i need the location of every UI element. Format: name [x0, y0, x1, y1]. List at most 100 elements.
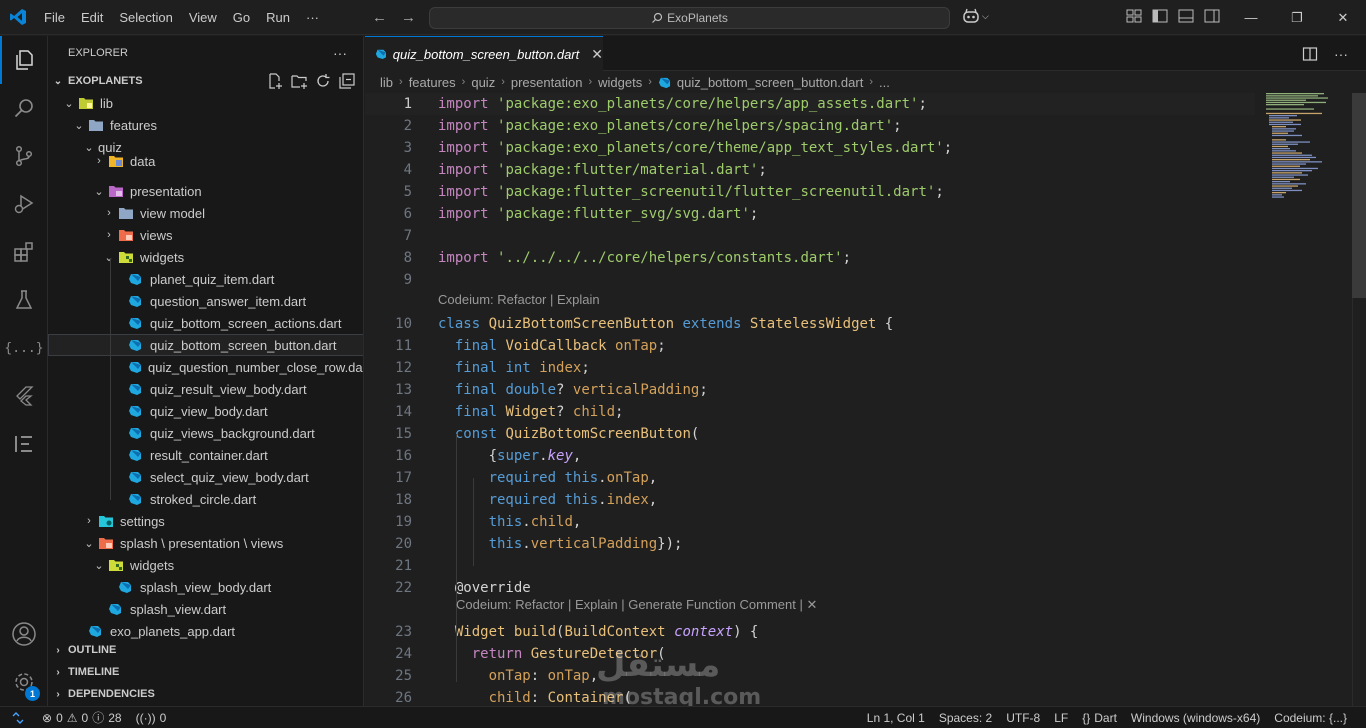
- menu-selection[interactable]: Selection: [111, 0, 180, 35]
- folder-item[interactable]: ⌄ widgets: [48, 554, 363, 576]
- dependencies-section[interactable]: › DEPENDENCIES: [48, 683, 363, 705]
- encoding[interactable]: UTF-8: [999, 711, 1047, 725]
- file-item[interactable]: quiz_question_number_close_row.dart: [48, 356, 363, 378]
- file-item[interactable]: question_answer_item.dart: [48, 290, 363, 312]
- folder-item[interactable]: › view model: [48, 202, 363, 224]
- breadcrumb-item[interactable]: quiz: [471, 75, 495, 90]
- breadcrumb-item[interactable]: ...: [879, 75, 890, 90]
- code-editor[interactable]: 1 import 'package:exo_planets/core/helper…: [365, 93, 1366, 706]
- minimize-icon[interactable]: —: [1228, 0, 1274, 35]
- folder-item[interactable]: ⌄ features: [48, 114, 363, 136]
- file-item[interactable]: stroked_circle.dart: [48, 488, 363, 510]
- menu-view[interactable]: View: [181, 0, 225, 35]
- code-line[interactable]: 16 {super.key,: [365, 445, 1255, 467]
- explorer-icon[interactable]: [0, 36, 48, 84]
- code-line[interactable]: 3 import 'package:exo_planets/core/theme/…: [365, 137, 1255, 159]
- code-line[interactable]: 14 final Widget? child;: [365, 401, 1255, 423]
- search-icon[interactable]: [0, 84, 48, 132]
- code-line[interactable]: 18 required this.index,: [365, 489, 1255, 511]
- tab-quiz-bottom-screen-button[interactable]: quiz_bottom_screen_button.dart ✕: [365, 36, 603, 71]
- code-line[interactable]: 17 required this.onTap,: [365, 467, 1255, 489]
- code-line[interactable]: 9: [365, 269, 1255, 291]
- menu-file[interactable]: File: [36, 0, 73, 35]
- code-line[interactable]: 2 import 'package:exo_planets/core/helper…: [365, 115, 1255, 137]
- codeium-status[interactable]: Codeium: {...}: [1267, 711, 1354, 725]
- folder-item[interactable]: ⌄ splash \ presentation \ views: [48, 532, 363, 554]
- folder-item[interactable]: › data: [48, 150, 363, 172]
- minimap[interactable]: [1262, 93, 1352, 213]
- code-line[interactable]: 4 import 'package:flutter/material.dart';: [365, 159, 1255, 181]
- file-item[interactable]: result_container.dart: [48, 444, 363, 466]
- customize-layout-icon[interactable]: [1126, 8, 1142, 24]
- explorer-more-button[interactable]: ···: [333, 45, 347, 61]
- close-tab-icon[interactable]: ✕: [591, 46, 603, 63]
- toggle-primary-sidebar-icon[interactable]: [1152, 8, 1168, 24]
- scrollbar-thumb[interactable]: [1352, 93, 1366, 298]
- folder-item[interactable]: ⌄ widgets: [48, 246, 363, 268]
- code-line[interactable]: 6 import 'package:flutter_svg/svg.dart';: [365, 203, 1255, 225]
- collapse-all-icon[interactable]: [338, 72, 356, 90]
- project-header[interactable]: ⌄ EXOPLANETS: [48, 70, 363, 92]
- toggle-secondary-sidebar-icon[interactable]: [1204, 8, 1220, 24]
- chevron-down-icon[interactable]: ⌵: [982, 11, 989, 22]
- file-item[interactable]: quiz_bottom_screen_button.dart: [48, 334, 363, 356]
- code-line[interactable]: 20 this.verticalPadding});: [365, 533, 1255, 555]
- folder-item[interactable]: ⌄ presentation: [48, 180, 363, 202]
- indentation[interactable]: Spaces: 2: [932, 711, 999, 725]
- folder-item[interactable]: › settings: [48, 510, 363, 532]
- folder-item[interactable]: › views: [48, 224, 363, 246]
- split-editor-icon[interactable]: [1302, 46, 1318, 62]
- codeium-icon[interactable]: [0, 420, 48, 468]
- end-of-line[interactable]: LF: [1047, 711, 1075, 725]
- restore-icon[interactable]: ❐: [1274, 0, 1320, 35]
- file-item[interactable]: quiz_view_body.dart: [48, 400, 363, 422]
- code-line[interactable]: 7: [365, 225, 1255, 247]
- code-line[interactable]: 13 final double? verticalPadding;: [365, 379, 1255, 401]
- flutter-icon[interactable]: [0, 372, 48, 420]
- flutter-device[interactable]: Windows (windows-x64): [1124, 711, 1267, 725]
- folder-item[interactable]: ⌄ lib: [48, 92, 363, 114]
- menu-run[interactable]: Run: [258, 0, 298, 35]
- command-center-search[interactable]: ExoPlanets: [429, 7, 950, 29]
- code-line[interactable]: 19 this.child,: [365, 511, 1255, 533]
- toggle-panel-icon[interactable]: [1178, 8, 1194, 24]
- codeium-codelens[interactable]: Codeium: Refactor | Explain: [438, 289, 600, 311]
- code-line[interactable]: 24 return GestureDetector(: [365, 643, 1255, 665]
- vertical-scrollbar[interactable]: [1352, 93, 1366, 706]
- outline-section[interactable]: › OUTLINE: [48, 639, 363, 661]
- cursor-position[interactable]: Ln 1, Col 1: [860, 711, 932, 725]
- more-actions-icon[interactable]: ···: [1334, 46, 1348, 62]
- code-line[interactable]: 25 onTap: onTap,: [365, 665, 1255, 687]
- json-icon[interactable]: {...}: [0, 324, 48, 372]
- code-line[interactable]: 21: [365, 555, 1255, 577]
- breadcrumb-item[interactable]: presentation: [511, 75, 583, 90]
- problems-indicator[interactable]: ⊗ 0 ⚠ 0 ⓘ 28: [35, 709, 129, 726]
- account-icon[interactable]: [0, 610, 48, 658]
- copilot-button[interactable]: ⌵: [962, 8, 989, 24]
- menu-go[interactable]: Go: [225, 0, 258, 35]
- code-line[interactable]: 23 Widget build(BuildContext context) {: [365, 621, 1255, 643]
- file-item[interactable]: quiz_views_background.dart: [48, 422, 363, 444]
- breadcrumb-item[interactable]: quiz_bottom_screen_button.dart: [677, 75, 863, 90]
- code-line[interactable]: 26 child: Container(: [365, 687, 1255, 706]
- refresh-icon[interactable]: [314, 72, 332, 90]
- menu-edit[interactable]: Edit: [73, 0, 111, 35]
- extensions-icon[interactable]: [0, 228, 48, 276]
- manage-icon[interactable]: 1: [0, 658, 48, 706]
- code-line[interactable]: 10 class QuizBottomScreenButton extends S…: [365, 313, 1255, 335]
- breadcrumb-item[interactable]: features: [409, 75, 456, 90]
- forward-arrow-icon[interactable]: →: [401, 9, 416, 26]
- code-line[interactable]: 12 final int index;: [365, 357, 1255, 379]
- language-mode[interactable]: {} Dart: [1075, 711, 1124, 725]
- remote-icon[interactable]: [0, 707, 35, 728]
- file-item[interactable]: select_quiz_view_body.dart: [48, 466, 363, 488]
- menu-more[interactable]: ···: [298, 0, 327, 35]
- close-window-icon[interactable]: ✕: [1320, 0, 1366, 35]
- code-line[interactable]: 15 const QuizBottomScreenButton(: [365, 423, 1255, 445]
- new-folder-icon[interactable]: [290, 72, 308, 90]
- new-file-icon[interactable]: [266, 72, 284, 90]
- file-item[interactable]: quiz_result_view_body.dart: [48, 378, 363, 400]
- code-line[interactable]: 8 import '../../../../core/helpers/consta…: [365, 247, 1255, 269]
- back-arrow-icon[interactable]: ←: [372, 9, 387, 26]
- file-item[interactable]: quiz_bottom_screen_actions.dart: [48, 312, 363, 334]
